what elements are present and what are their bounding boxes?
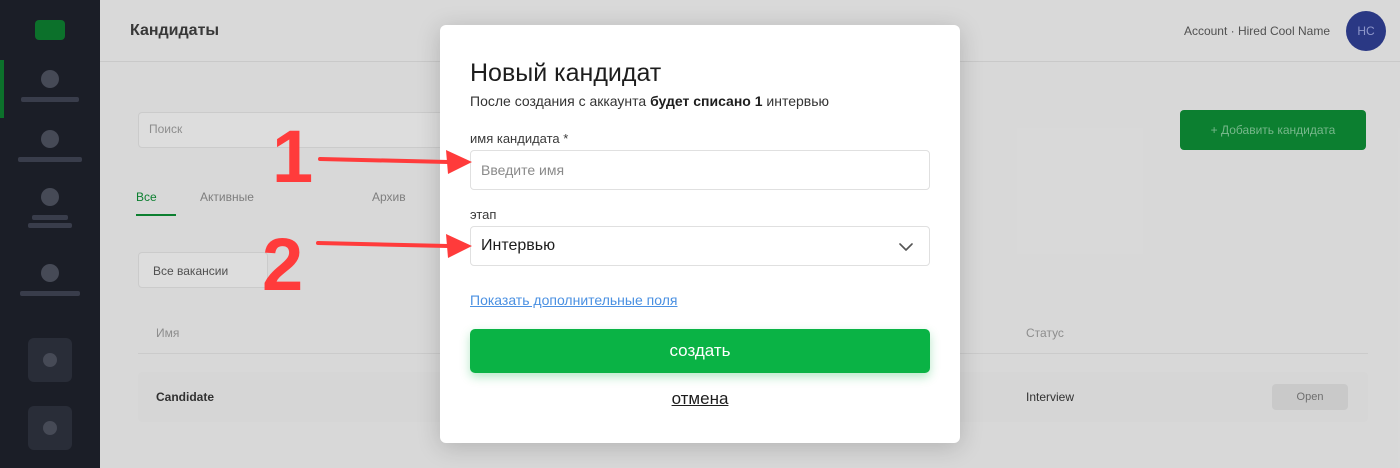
- stage-field-label: этап: [470, 207, 497, 222]
- name-field-label: имя кандидата *: [470, 131, 569, 146]
- new-candidate-modal: Новый кандидат После создания с аккаунта…: [440, 25, 960, 443]
- show-more-fields-link[interactable]: Показать дополнительные поля: [470, 292, 677, 308]
- annotation-number-2: 2: [262, 223, 304, 306]
- stage-select-value: Интервью: [481, 237, 556, 254]
- subtitle-suffix: интервью: [762, 93, 830, 109]
- create-button[interactable]: создать: [470, 329, 930, 373]
- candidate-name-input[interactable]: [470, 150, 930, 190]
- modal-subtitle: После создания с аккаунта будет списано …: [470, 93, 829, 109]
- subtitle-prefix: После создания с аккаунта: [470, 93, 651, 109]
- modal-title: Новый кандидат: [470, 59, 662, 87]
- chevron-down-icon: [899, 243, 913, 251]
- annotation-arrow-2: [316, 234, 472, 258]
- annotation-number-1: 1: [272, 115, 314, 198]
- stage-select[interactable]: Интервью: [470, 226, 930, 266]
- cancel-link[interactable]: отмена: [440, 389, 960, 409]
- subtitle-bold: будет списано 1: [650, 93, 763, 109]
- annotation-arrow-1: [318, 150, 472, 174]
